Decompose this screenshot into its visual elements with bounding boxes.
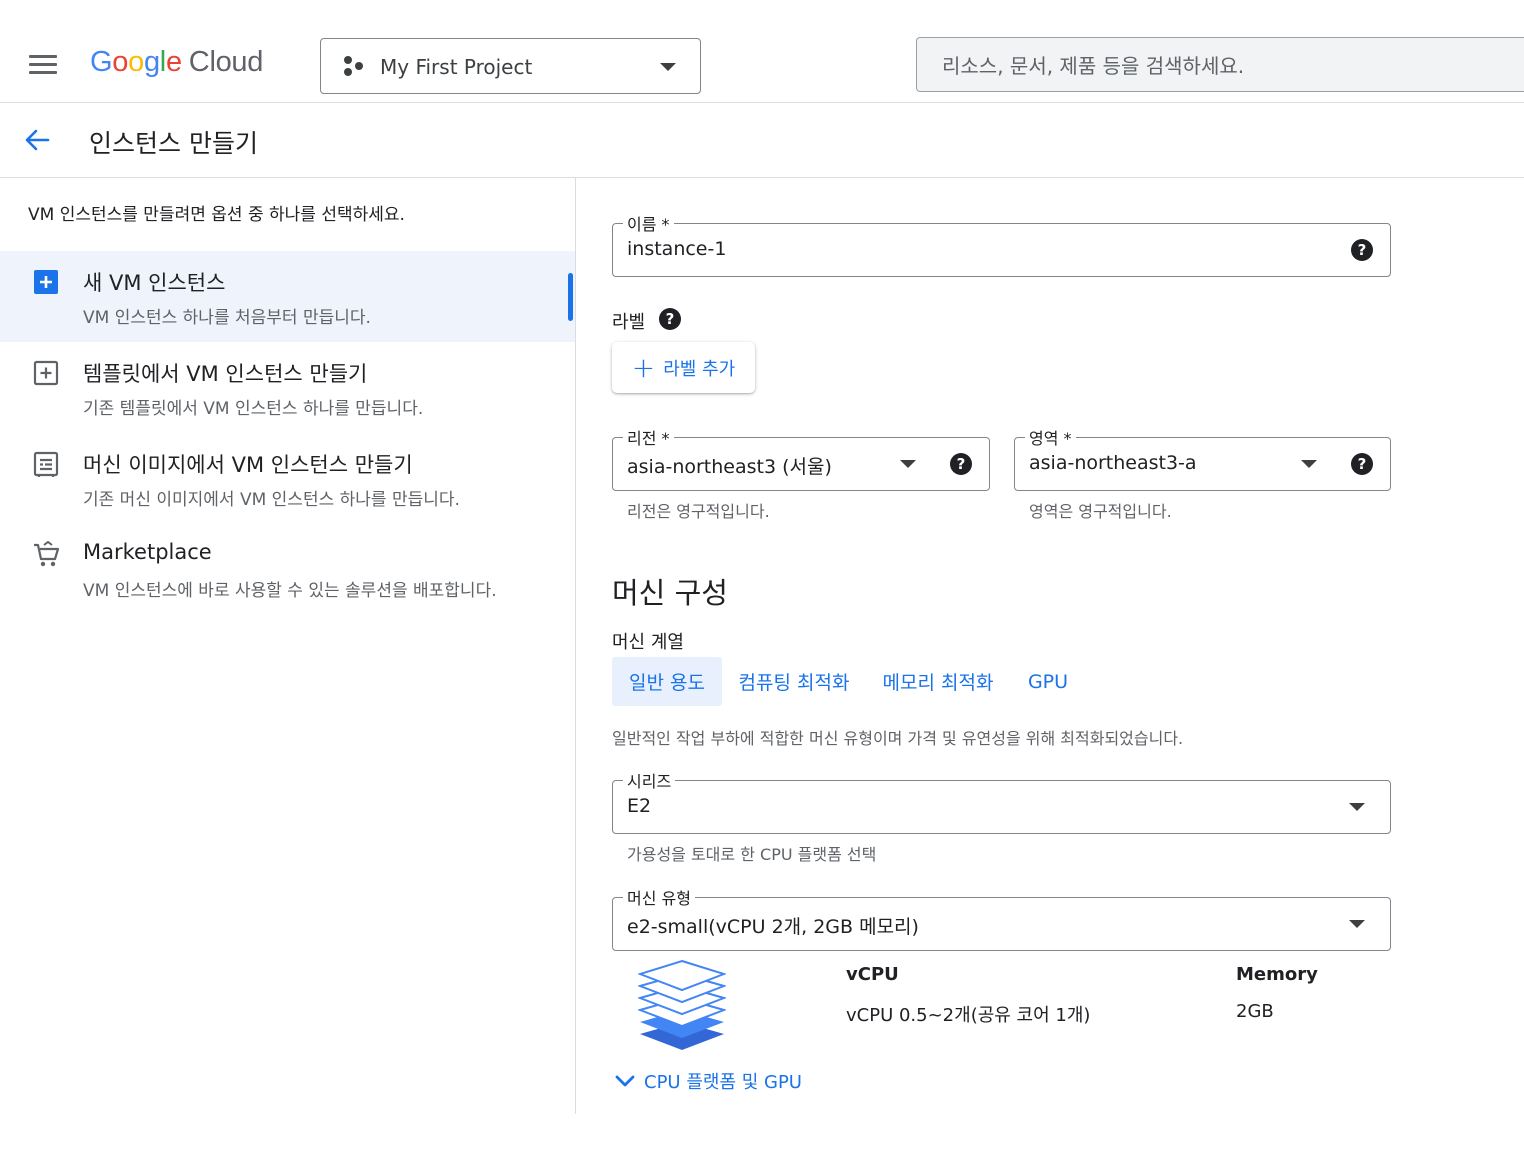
series-select-value: E2	[627, 795, 652, 817]
region-select-value: asia-northeast3 (서울)	[627, 456, 832, 478]
search-input[interactable]: 리소스, 문서, 제품 등을 검색하세요.	[916, 37, 1524, 92]
tab-memory-optimized[interactable]: 메모리 최적화	[872, 657, 1004, 706]
help-icon[interactable]: ?	[950, 453, 972, 475]
chevron-down-icon	[900, 460, 916, 468]
option-desc: VM 인스턴스에 바로 사용할 수 있는 솔루션을 배포합니다.	[83, 581, 497, 601]
google-cloud-logo[interactable]: Google Cloud	[90, 46, 263, 79]
option-new-vm-instance[interactable]: 새 VM 인스턴스 VM 인스턴스 하나를 처음부터 만듭니다.	[0, 251, 575, 342]
title-bar: 인스턴스 만들기	[0, 103, 1524, 178]
options-intro: VM 인스턴스를 만들려면 옵션 중 하나를 선택하세요.	[28, 205, 405, 225]
zone-select[interactable]: 영역 * asia-northeast3-a ?	[1014, 425, 1391, 491]
create-options-panel: VM 인스턴스를 만들려면 옵션 중 하나를 선택하세요. 새 VM 인스턴스 …	[0, 178, 576, 1114]
machine-image-icon	[33, 451, 59, 477]
help-icon[interactable]: ?	[1351, 239, 1373, 261]
help-icon[interactable]: ?	[1351, 453, 1373, 475]
cpu-platform-gpu-expander[interactable]: CPU 플랫폼 및 GPU	[614, 1068, 802, 1094]
series-select-label: 시리즈	[623, 768, 676, 792]
tab-compute-optimized[interactable]: 컴퓨팅 최적화	[728, 657, 860, 706]
option-desc: VM 인스턴스 하나를 처음부터 만듭니다.	[83, 308, 371, 328]
option-title: 머신 이미지에서 VM 인스턴스 만들기	[83, 453, 413, 477]
name-field-value: instance-1	[627, 238, 727, 260]
add-label-button-text: 라벨 추가	[663, 358, 736, 380]
tab-general-purpose[interactable]: 일반 용도	[612, 657, 722, 706]
option-title: 새 VM 인스턴스	[83, 271, 226, 295]
option-from-template[interactable]: 템플릿에서 VM 인스턴스 만들기 기존 템플릿에서 VM 인스턴스 하나를 만…	[0, 342, 575, 433]
chevron-down-icon	[660, 63, 676, 71]
template-add-icon	[33, 360, 59, 386]
name-field-label: 이름 *	[623, 211, 674, 235]
machine-family-label: 머신 계열	[612, 632, 684, 653]
option-from-machine-image[interactable]: 머신 이미지에서 VM 인스턴스 만들기 기존 머신 이미지에서 VM 인스턴스…	[0, 433, 575, 524]
add-box-icon	[34, 270, 58, 294]
name-field[interactable]: 이름 * instance-1 ?	[612, 211, 1391, 277]
chevron-down-icon	[615, 1075, 635, 1087]
zone-select-value: asia-northeast3-a	[1029, 452, 1197, 474]
chevron-down-icon	[1349, 920, 1365, 928]
page-title: 인스턴스 만들기	[89, 129, 258, 158]
option-desc: 기존 템플릿에서 VM 인스턴스 하나를 만듭니다.	[83, 399, 424, 419]
top-bar: Google Cloud My First Project 리소스, 문서, 제품…	[0, 0, 1524, 103]
zone-select-label: 영역 *	[1025, 425, 1076, 449]
labels-title: 라벨	[612, 312, 646, 333]
machine-config-title: 머신 구성	[612, 576, 728, 610]
series-hint: 가용성을 토대로 한 CPU 플랫폼 선택	[627, 845, 877, 864]
tab-gpu[interactable]: GPU	[1016, 657, 1080, 706]
project-icon	[343, 55, 365, 77]
machine-layers-icon	[638, 959, 726, 1050]
region-hint: 리전은 영구적입니다.	[627, 502, 770, 521]
project-name: My First Project	[380, 55, 533, 79]
chevron-down-icon	[1301, 460, 1317, 468]
machine-type-select-label: 머신 유형	[623, 885, 695, 909]
vcpu-value: vCPU 0.5~2개(공유 코어 1개)	[846, 1005, 1091, 1026]
chevron-down-icon	[1349, 803, 1365, 811]
region-select-label: 리전 *	[623, 425, 674, 449]
cart-icon	[34, 541, 60, 567]
memory-heading: Memory	[1236, 964, 1318, 985]
series-select[interactable]: 시리즈 E2	[612, 768, 1391, 834]
region-select[interactable]: 리전 * asia-northeast3 (서울) ?	[612, 425, 990, 491]
option-title: Marketplace	[83, 540, 212, 564]
option-title: 템플릿에서 VM 인스턴스 만들기	[83, 362, 368, 386]
labels-help-icon[interactable]: ?	[659, 308, 681, 330]
machine-family-desc: 일반적인 작업 부하에 적합한 머신 유형이며 가격 및 유연성을 위해 최적화…	[612, 729, 1184, 748]
option-marketplace[interactable]: Marketplace VM 인스턴스에 바로 사용할 수 있는 솔루션을 배포…	[0, 524, 575, 615]
menu-icon[interactable]	[29, 55, 57, 75]
zone-hint: 영역은 영구적입니다.	[1029, 502, 1172, 521]
project-picker[interactable]: My First Project	[320, 38, 701, 94]
back-arrow-icon[interactable]	[22, 125, 52, 155]
machine-type-select[interactable]: 머신 유형 e2-small(vCPU 2개, 2GB 메모리)	[612, 885, 1391, 951]
add-label-button[interactable]: + 라벨 추가	[612, 342, 755, 393]
vcpu-heading: vCPU	[846, 964, 899, 985]
option-desc: 기존 머신 이미지에서 VM 인스턴스 하나를 만듭니다.	[83, 490, 460, 510]
machine-type-select-value: e2-small(vCPU 2개, 2GB 메모리)	[627, 916, 919, 938]
memory-value: 2GB	[1236, 1001, 1274, 1022]
expander-label: CPU 플랫폼 및 GPU	[644, 1072, 802, 1093]
plus-icon: +	[631, 350, 656, 384]
